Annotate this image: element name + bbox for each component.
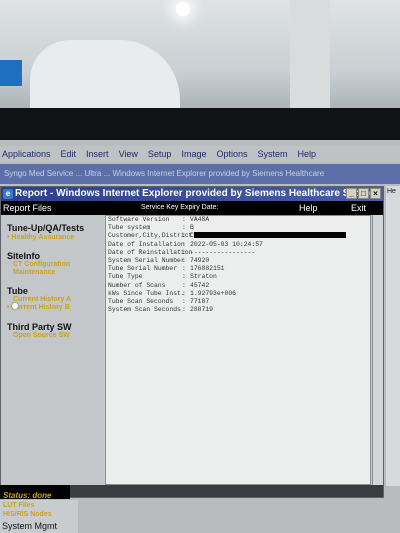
- right-edge-text: He: [387, 188, 396, 195]
- blue-sticker: [0, 60, 22, 86]
- vertical-scrollbar[interactable]: [372, 215, 383, 485]
- app-menubar: Applications Edit Insert View Setup Imag…: [0, 146, 400, 162]
- report-window: e Report - Windows Internet Explorer prov…: [0, 186, 384, 498]
- service-key-expiry: Service Key Expiry Date:: [141, 204, 219, 211]
- room-pillar: [290, 0, 330, 120]
- report-row: Tube Serial Number:176882151: [108, 265, 225, 273]
- bottom-panel: LUT Files HIS/RIS Nodes System Mgmt: [0, 500, 78, 533]
- status-strip: Status: done: [0, 485, 70, 500]
- report-row: Software Version: VA48A: [108, 216, 210, 223]
- report-row: Tube system: B: [108, 224, 194, 232]
- menu-insert[interactable]: Insert: [86, 149, 109, 159]
- maximize-button[interactable]: □: [358, 188, 369, 199]
- menu-applications[interactable]: Applications: [2, 149, 51, 159]
- window-titlebar[interactable]: e Report - Windows Internet Explorer prov…: [1, 187, 383, 201]
- ie-icon: e: [3, 189, 13, 199]
- link-open-source-sw[interactable]: Open Source SW: [13, 332, 70, 339]
- link-lut-files[interactable]: LUT Files: [3, 502, 35, 509]
- report-row: Date of Reinstallation: -----------------: [108, 248, 256, 256]
- report-row: Customer,City,District: C: [106, 232, 370, 240]
- link-his-ris-nodes[interactable]: HIS/RIS Nodes: [3, 511, 52, 518]
- exit-link[interactable]: Exit: [351, 201, 366, 215]
- section-tuneup: Tune-Up/QA/Tests: [7, 223, 85, 233]
- link-ct-configuration[interactable]: CT Configuration: [13, 261, 70, 268]
- report-row: Date of Installation:2022-05-03 10:24:57: [108, 240, 263, 248]
- report-row: System Serial Number:74920: [108, 256, 210, 264]
- section-tube: Tube: [7, 286, 28, 296]
- report-toolbar: Report Files Service Key Expiry Date: He…: [1, 201, 383, 215]
- section-third-party: Third Party SW: [7, 322, 72, 332]
- close-button[interactable]: ×: [370, 188, 381, 199]
- right-edge-window: He: [386, 186, 400, 486]
- link-healthy-assurance[interactable]: • Healthy Assurance: [7, 234, 74, 241]
- report-row: Number of Scans:45742: [108, 281, 210, 289]
- report-row: System Scan Seconds:288719: [108, 306, 214, 314]
- report-files-label: Report Files: [3, 203, 52, 213]
- menu-image[interactable]: Image: [181, 149, 206, 159]
- window-controls: _ □ ×: [346, 188, 381, 199]
- menu-system[interactable]: System: [258, 149, 288, 159]
- section-siteinfo: SiteInfo: [7, 251, 40, 261]
- window-title: Report - Windows Internet Explorer provi…: [15, 188, 374, 199]
- system-mgmt-label: System Mgmt: [2, 521, 58, 531]
- mouse-cursor: [12, 303, 18, 309]
- help-link[interactable]: Help: [299, 201, 318, 215]
- report-sidebar: Tune-Up/QA/Tests • Healthy Assurance Sit…: [1, 215, 104, 485]
- menu-edit[interactable]: Edit: [61, 149, 77, 159]
- menu-options[interactable]: Options: [216, 149, 247, 159]
- link-maintenance[interactable]: Maintenance: [13, 269, 55, 276]
- report-row: kWs Since Tube Inst.:1.92793e+006: [108, 289, 237, 297]
- menu-setup[interactable]: Setup: [148, 149, 172, 159]
- report-row: Tube Type: Straton: [108, 273, 217, 281]
- link-current-history-a[interactable]: Current History A: [13, 296, 71, 303]
- report-row: Tube Scan Seconds:77187: [108, 297, 210, 305]
- report-content: Software Version: VA48A Tube system: B Cus…: [105, 215, 371, 485]
- menu-help[interactable]: Help: [298, 149, 317, 159]
- status-text: Status: done: [3, 491, 52, 500]
- background-window-title: Syngo Med Service ... Ultra ... Windows …: [0, 164, 400, 184]
- ceiling-light: [176, 2, 190, 16]
- redaction-bar: [193, 232, 346, 239]
- minimize-button[interactable]: _: [346, 188, 357, 199]
- menu-view[interactable]: View: [119, 149, 138, 159]
